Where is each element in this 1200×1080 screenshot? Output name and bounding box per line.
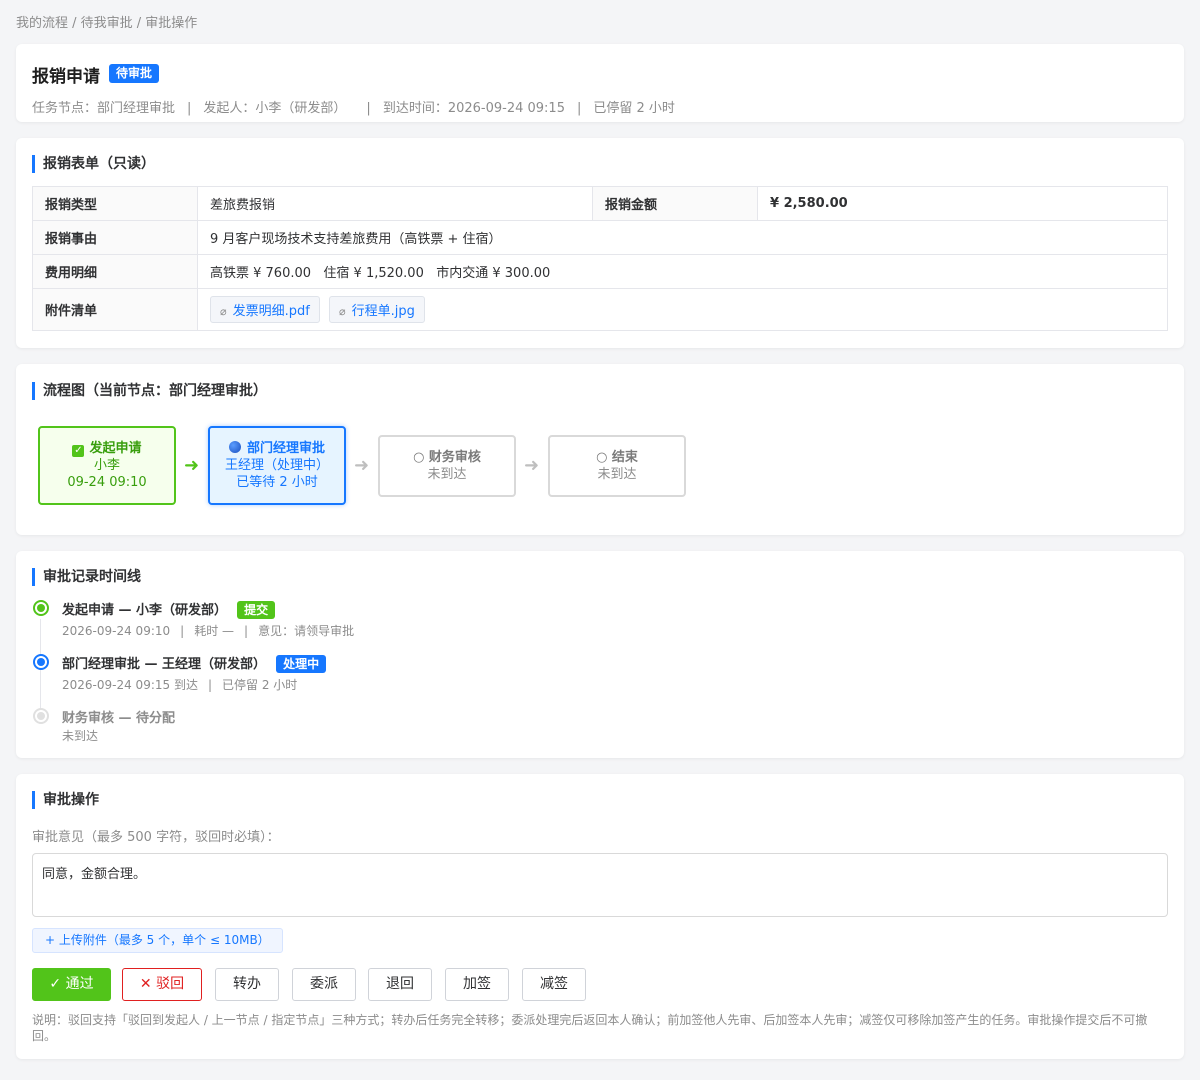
paperclip-icon: ⌀ <box>338 305 346 318</box>
timeline-item-sub: 2026-09-24 09:10 | 耗时 — | 意见：请领导审批 <box>62 624 355 638</box>
reject-button[interactable]: ✕ 驳回 <box>122 968 202 1001</box>
section-title: 报销表单（只读） <box>32 155 155 173</box>
timeline-item-head: 发起申请 — 小李（研发部） 提交 <box>62 599 276 619</box>
timeline-card: 审批记录时间线 发起申请 — 小李（研发部） 提交 2026-09-24 09:1… <box>16 551 1184 758</box>
transfer-button[interactable]: 转办 <box>215 968 279 1001</box>
separator: | <box>576 101 582 116</box>
node-user: 小李 <box>93 458 120 473</box>
node-status: 未到达 <box>427 467 467 482</box>
node-status: 未到达 <box>597 467 637 482</box>
section-title: 审批操作 <box>32 791 99 809</box>
type-label: 报销类型 <box>32 186 198 221</box>
current-dot-icon <box>33 654 49 670</box>
attachment-link[interactable]: ⌀ 发票明细.pdf <box>210 296 320 323</box>
amount-label: 报销金额 <box>592 186 758 221</box>
detail-label: 费用明细 <box>32 254 198 289</box>
attachment-list: ⌀ 发票明细.pdf ⌀ 行程单.jpg <box>197 288 1168 331</box>
arrow-icon: ➜ <box>354 455 370 476</box>
checkbox-icon: ✓ <box>72 445 85 457</box>
timeline-time: 2026-09-24 09:10 <box>62 624 171 638</box>
arrow-icon: ➜ <box>184 455 200 476</box>
pending-dot-icon <box>33 708 49 724</box>
timeline-title: 部门经理审批 — 王经理（研发部） <box>62 657 267 672</box>
timeline-opinion: 意见：请领导审批 <box>258 624 355 638</box>
attach-label: 附件清单 <box>32 288 198 331</box>
page-title: 报销申请 <box>32 67 100 87</box>
form-card: 报销表单（只读） 报销类型 差旅费报销 报销金额 ¥ 2,580.00 报销事由… <box>16 138 1184 348</box>
in-progress-icon <box>228 441 241 453</box>
task-meta: 任务节点：部门经理审批 | 发起人：小李（研发部） | 到达时间：2026-09-24 … <box>32 97 675 116</box>
flow-node-end: ○ 结束 未到达 <box>548 435 686 497</box>
node-time: 09-24 09:10 <box>67 475 147 490</box>
help-note: 说明：驳回支持「驳回到发起人 / 上一节点 / 指定节点」三种方式；转办后任务完… <box>32 1013 1148 1043</box>
timeline-item-sub: 2026-09-24 09:15 到达 | 已停留 2 小时 <box>62 678 298 692</box>
breadcrumb: 我的流程 / 待我审批 / 审批操作 <box>16 16 198 31</box>
opinion-label: 审批意见（最多 500 字符，驳回时必填）： <box>32 830 280 845</box>
node-title: ○ 财务审核 <box>413 450 481 465</box>
upload-attachment-button[interactable]: + 上传附件（最多 5 个，单个 ≤ 10MB） <box>32 928 283 953</box>
node-wait: 已等待 2 小时 <box>236 475 318 490</box>
actions-card: 审批操作 审批意见（最多 500 字符，驳回时必填）： 同意，金额合理。 + 上… <box>16 774 1184 1059</box>
opinion-textarea[interactable]: 同意，金额合理。 <box>32 853 1168 917</box>
timeline-item-head: 部门经理审批 — 王经理（研发部） 处理中 <box>62 653 327 673</box>
paperclip-icon: ⌀ <box>220 305 227 318</box>
delegate-button[interactable]: 委派 <box>292 968 356 1001</box>
flow-card: 流程图（当前节点：部门经理审批） ✓ 发起申请 小李 09-24 09:10 ➜ … <box>16 364 1184 535</box>
timeline-item-sub: 未到达 <box>62 729 99 743</box>
add-sign-button[interactable]: 加签 <box>445 968 509 1001</box>
form-table: 报销类型 差旅费报销 报销金额 ¥ 2,580.00 报销事由 9 月客户现场技… <box>32 186 1168 331</box>
table-row: 费用明细 高铁票 ¥ 760.00 住宿 ¥ 1,520.00 市内交通 ¥ 3… <box>32 254 1168 289</box>
arrow-icon: ➜ <box>524 455 540 476</box>
remove-sign-button[interactable]: 减签 <box>522 968 586 1001</box>
flow-node-start: ✓ 发起申请 小李 09-24 09:10 <box>38 426 176 505</box>
flow-node-current: 部门经理审批 王经理（处理中） 已等待 2 小时 <box>208 426 346 505</box>
node-user: 王经理（处理中） <box>224 458 329 473</box>
arrival-time: 到达时间：2026-09-24 09:15 <box>382 101 565 116</box>
node-title: ○ 结束 <box>596 450 638 465</box>
initiator: 发起人：小李（研发部） <box>203 101 347 116</box>
separator: | <box>366 101 371 116</box>
timeline-title: 财务审核 — 待分配 <box>62 711 176 726</box>
stay-duration: 已停留 2 小时 <box>593 101 675 116</box>
type-value: 差旅费报销 <box>197 186 593 221</box>
status-tag: 提交 <box>237 601 276 619</box>
flow-node-finance: ○ 财务审核 未到达 <box>378 435 516 497</box>
timeline-stay: 已停留 2 小时 <box>222 678 298 692</box>
attachment-name: 发票明细.pdf <box>232 304 310 319</box>
separator: | <box>187 101 192 116</box>
status-badge: 待审批 <box>109 64 160 83</box>
timeline-title: 发起申请 — 小李（研发部） <box>62 603 228 618</box>
node-title: 发起申请 <box>89 441 142 456</box>
timeline-time: 2026-09-24 09:15 到达 <box>62 678 198 692</box>
attachment-link[interactable]: ⌀ 行程单.jpg <box>328 296 425 323</box>
timeline-duration: 耗时 — <box>194 624 235 638</box>
approve-button[interactable]: ✓ 通过 <box>32 968 111 1001</box>
table-row: 附件清单 ⌀ 发票明细.pdf ⌀ 行程单.jpg <box>32 288 1168 331</box>
section-title: 审批记录时间线 <box>32 568 141 586</box>
section-title: 流程图（当前节点：部门经理审批） <box>32 382 267 400</box>
reason-label: 报销事由 <box>32 220 198 255</box>
detail-value: 高铁票 ¥ 760.00 住宿 ¥ 1,520.00 市内交通 ¥ 300.00 <box>197 254 1168 289</box>
return-button[interactable]: 退回 <box>368 968 432 1001</box>
attachment-name: 行程单.jpg <box>351 304 415 319</box>
header-card: 报销申请 待审批 任务节点：部门经理审批 | 发起人：小李（研发部） | 到达时间：20… <box>16 44 1184 122</box>
table-row: 报销事由 9 月客户现场技术支持差旅费用（高铁票 + 住宿） <box>32 220 1168 255</box>
amount-value: ¥ 2,580.00 <box>757 186 1168 221</box>
status-tag: 处理中 <box>276 655 327 673</box>
reason-value: 9 月客户现场技术支持差旅费用（高铁票 + 住宿） <box>197 220 1168 255</box>
task-node: 任务节点：部门经理审批 <box>32 101 176 116</box>
node-title: 部门经理审批 <box>246 441 325 456</box>
completed-dot-icon <box>33 600 49 616</box>
table-row: 报销类型 差旅费报销 报销金额 ¥ 2,580.00 <box>32 186 1168 221</box>
